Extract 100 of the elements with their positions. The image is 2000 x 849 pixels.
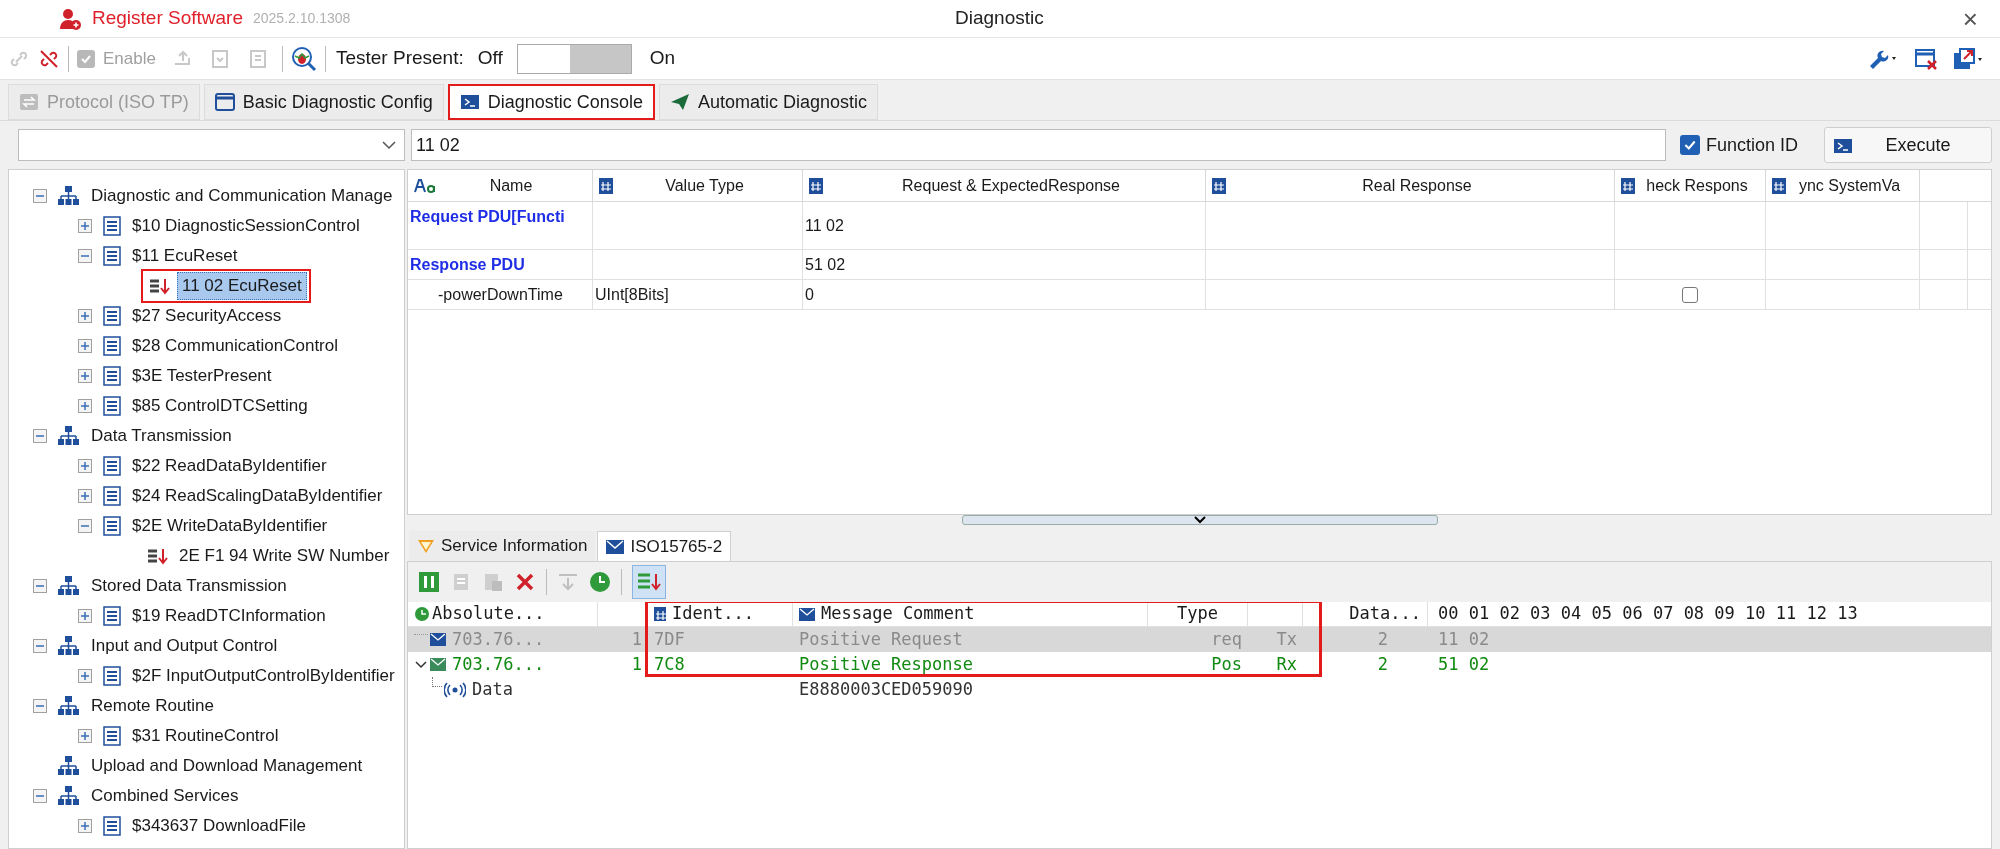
tab[interactable]: Service Information xyxy=(409,531,596,561)
table-cell-text: Positive Request xyxy=(799,627,963,651)
table-cell-text: 1 xyxy=(631,627,642,651)
table-cell-text: 11 02 xyxy=(805,215,844,236)
expander-icon[interactable] xyxy=(78,399,92,413)
tree-item[interactable]: $10 DiagnosticSessionControl xyxy=(128,213,364,239)
pause-icon[interactable] xyxy=(418,571,440,593)
request-input[interactable]: 11 02 xyxy=(411,129,1666,161)
tree-item[interactable]: Data Transmission xyxy=(87,423,236,449)
expander-icon[interactable] xyxy=(78,339,92,353)
list-icon xyxy=(102,456,122,476)
tree-item[interactable]: $343637 DownloadFile xyxy=(128,813,310,839)
list-icon xyxy=(102,516,122,536)
close-button[interactable]: × xyxy=(1962,5,1978,32)
column-header: Absolute... xyxy=(432,602,545,626)
tab[interactable]: Basic Diagnostic Config xyxy=(203,84,444,120)
tree-item[interactable]: $31 RoutineControl xyxy=(128,723,283,749)
execute-button[interactable]: Execute xyxy=(1824,127,1992,163)
tree-item[interactable]: Input and Output Control xyxy=(87,633,282,659)
clock-icon[interactable] xyxy=(589,571,611,593)
table-cell-text: 1 xyxy=(631,652,642,676)
list-icon xyxy=(102,306,122,326)
expander-icon[interactable] xyxy=(33,189,47,203)
list-icon xyxy=(102,246,122,266)
tree-item[interactable]: $11 EcuReset xyxy=(128,243,242,269)
tree-item[interactable]: $2F InputOutputControlByIdentifier xyxy=(128,663,399,689)
tree-item[interactable]: $24 ReadScalingDataByIdentifier xyxy=(128,483,387,509)
request-icon xyxy=(149,277,171,295)
combo-box[interactable] xyxy=(18,129,405,161)
user-plus-icon xyxy=(58,6,82,31)
download-icon[interactable] xyxy=(557,571,579,593)
checkbox[interactable] xyxy=(1682,286,1698,303)
toggle-switch[interactable] xyxy=(516,43,632,74)
envelope-icon xyxy=(430,633,446,646)
expander-icon[interactable] xyxy=(78,369,92,383)
tree-item[interactable]: $27 SecurityAccess xyxy=(128,303,286,329)
tab[interactable]: Automatic Diagnostic xyxy=(658,84,878,120)
tree-item[interactable]: Diagnostic and Communication Manage xyxy=(87,183,397,209)
list-down-icon xyxy=(637,572,661,592)
clock-icon xyxy=(414,606,430,622)
expander-icon[interactable] xyxy=(78,309,92,323)
tree-item[interactable]: $19 ReadDTCInformation xyxy=(128,603,330,629)
terminal-icon xyxy=(459,92,480,112)
table-cell-text: 7DF xyxy=(654,627,685,651)
expander-icon[interactable] xyxy=(78,249,92,263)
close-icon[interactable] xyxy=(514,571,536,593)
hierarchy-icon xyxy=(57,785,81,807)
app-name: Register Software xyxy=(92,6,243,31)
expander-icon[interactable] xyxy=(33,429,47,443)
tree-item[interactable]: $22 ReadDataByIdentifier xyxy=(128,453,331,479)
tree-item[interactable]: Combined Services xyxy=(87,783,243,809)
row-name: -powerDownTime xyxy=(437,284,563,305)
expander-icon[interactable] xyxy=(78,669,92,683)
envelope-icon xyxy=(799,607,815,621)
envelope-icon xyxy=(606,539,625,554)
expander-icon[interactable] xyxy=(33,789,47,803)
tab[interactable]: ISO15765-2 xyxy=(597,531,732,561)
list-icon xyxy=(102,366,122,386)
tree-item[interactable]: Upload and Download Management xyxy=(87,753,367,779)
expander-icon[interactable] xyxy=(78,219,92,233)
tree-item[interactable]: $85 ControlDTCSetting xyxy=(128,393,312,419)
text-type-icon xyxy=(414,177,436,194)
expander-icon[interactable] xyxy=(78,519,92,533)
splitter-handle[interactable] xyxy=(961,515,1438,525)
tree-item[interactable]: $3E TesterPresent xyxy=(128,363,276,389)
tab[interactable]: Diagnostic Console xyxy=(447,84,655,120)
expander-icon[interactable] xyxy=(33,579,47,593)
hash-icon xyxy=(809,177,823,194)
window-close-icon[interactable] xyxy=(1914,46,1938,71)
tester-present-label: Tester Present: xyxy=(335,46,464,71)
paper-plane-icon xyxy=(669,92,690,112)
request-icon xyxy=(147,547,169,565)
expander-icon[interactable] xyxy=(78,729,92,743)
off-label: Off xyxy=(477,46,503,71)
expander-icon[interactable] xyxy=(33,639,47,653)
expander-icon[interactable] xyxy=(78,819,92,833)
tree-item[interactable]: Remote Routine xyxy=(87,693,218,719)
table-cell-text: Pos xyxy=(1211,652,1242,676)
log-row[interactable]: 703.76... 1 7C8 Positive Response Pos Rx 2 51 02 xyxy=(408,652,1991,677)
table-cell-text: 11 02 xyxy=(1438,627,1490,651)
column-header: Ident... xyxy=(672,602,754,626)
function-id-checkbox[interactable]: Function ID xyxy=(1679,131,1798,159)
tree-item[interactable]: $2E WriteDataByIdentifier xyxy=(128,513,332,539)
hash-icon xyxy=(654,607,666,621)
tree-item[interactable]: Stored Data Transmission xyxy=(87,573,291,599)
autoscroll-button[interactable] xyxy=(632,565,666,599)
table-cell-text: Rx xyxy=(1276,652,1297,676)
expander-icon[interactable] xyxy=(78,609,92,623)
expander-icon[interactable] xyxy=(78,489,92,503)
tree-item[interactable]: 11 02 EcuReset xyxy=(177,272,307,300)
tree-item[interactable]: 2E F1 94 Write SW Number xyxy=(175,543,394,569)
table-cell-text: 51 02 xyxy=(805,254,846,275)
copy-icon[interactable] xyxy=(482,571,504,593)
expander-icon[interactable] xyxy=(78,459,92,473)
table-cell-text: 0 xyxy=(805,284,814,305)
table-cell-text: UInt[8Bits] xyxy=(595,284,669,305)
expander-icon[interactable] xyxy=(33,699,47,713)
bug-search-icon[interactable] xyxy=(290,45,317,72)
tree-item[interactable]: $28 CommunicationControl xyxy=(128,333,342,359)
unlink-icon[interactable] xyxy=(38,47,60,70)
